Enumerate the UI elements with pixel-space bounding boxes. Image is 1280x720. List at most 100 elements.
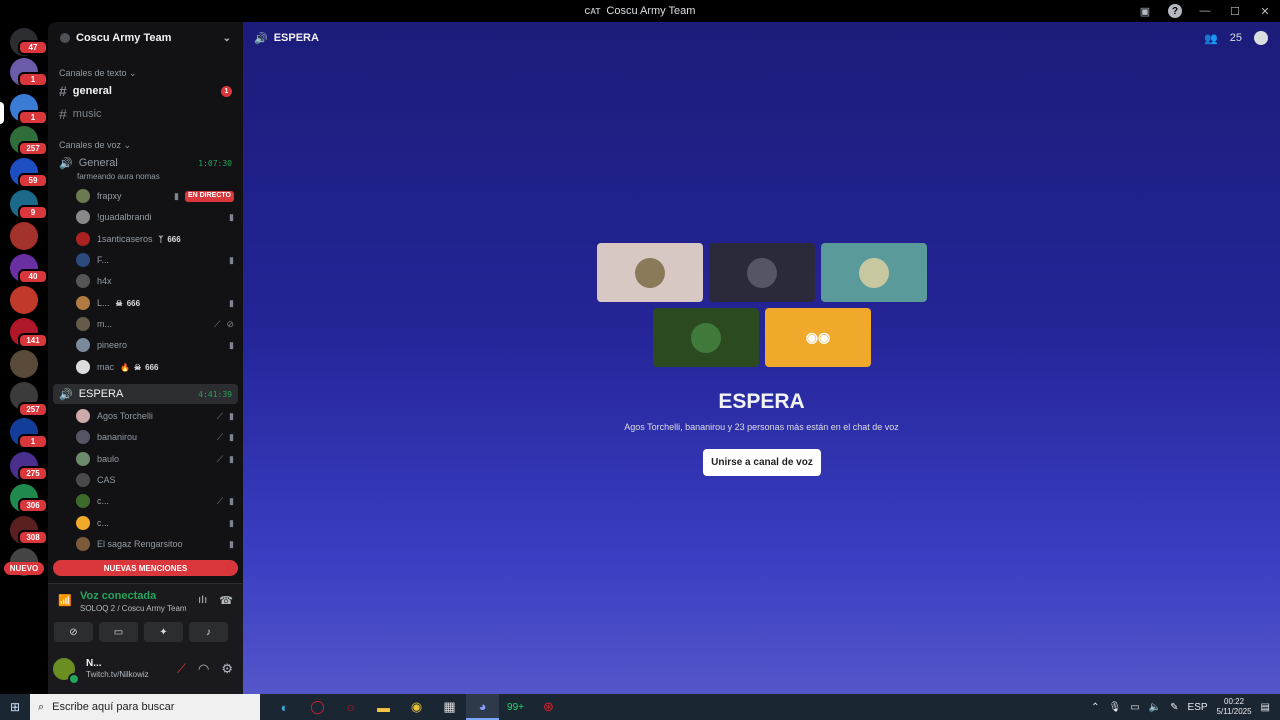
voice-user[interactable]: Agos Torchelli ⟋ ▮ [76, 406, 238, 426]
activities-button[interactable]: ✦ [144, 622, 183, 642]
minimize-button[interactable]: — [1190, 0, 1220, 22]
notifications-icon[interactable]: ▤ [1261, 702, 1270, 713]
voice-user[interactable]: m... ⟋ ⊘ [76, 314, 238, 334]
headphones-icon[interactable]: ◠ [198, 661, 209, 677]
language-indicator[interactable]: ESP [1188, 702, 1208, 713]
member-count: 25 [1229, 32, 1242, 44]
camera-icon: ▮ [229, 254, 234, 265]
noise-suppression-icon[interactable]: ıIı [198, 594, 207, 607]
server-badge: 1 [18, 110, 48, 125]
mic-muted-icon: ⟋ [214, 318, 221, 329]
close-button[interactable]: ✕ [1250, 0, 1280, 22]
signal-icon[interactable]: 📶 [58, 594, 72, 607]
chat-bubble-icon[interactable] [1254, 31, 1268, 45]
soundboard-button[interactable]: ♪ [189, 622, 228, 642]
whatsapp-icon[interactable]: 99+ [499, 694, 532, 720]
server-list: 47 1 1 257 59 9 40 141 257 1 275 306 308… [0, 22, 48, 694]
members-icon[interactable]: 👥 [1204, 32, 1218, 45]
discord-icon[interactable]: ◕ [466, 694, 499, 720]
store-icon[interactable]: ▦ [433, 694, 466, 720]
server-badge: 308 [18, 530, 48, 545]
voice-channel-espera[interactable]: 🔊 ESPERA 4:41:39 [53, 384, 238, 404]
clan-tag: 666 [126, 298, 141, 308]
screen-share-button[interactable]: ▭ [99, 622, 138, 642]
new-servers-badge[interactable]: NUEVO [4, 562, 44, 575]
participant-tile[interactable] [597, 243, 703, 302]
pen-icon[interactable]: ✎ [1170, 702, 1178, 713]
user-name: pineero [97, 340, 128, 350]
avatar [76, 473, 90, 487]
edge-icon[interactable]: ◐ [268, 694, 301, 720]
windows-start-icon[interactable]: ⊞ [0, 694, 30, 720]
disconnect-icon[interactable]: ☎ [219, 594, 233, 607]
avatar [76, 430, 90, 444]
opera-gx-icon[interactable]: ○ [334, 694, 367, 720]
voice-channel-general[interactable]: 🔊 General 1:07:30 [53, 153, 238, 173]
taskbar-search[interactable]: ⌕ Escribe aquí para buscar [30, 694, 260, 720]
channel-label: music [72, 108, 102, 120]
participant-tile[interactable] [653, 308, 759, 367]
voice-user[interactable]: 1santicaseros ᛉ 666 [76, 229, 238, 249]
server-icon[interactable] [10, 350, 38, 378]
voice-user[interactable]: baulo ⟋ ▮ [76, 449, 238, 469]
server-badge: 1 [18, 434, 48, 449]
gear-icon[interactable]: ⚙ [221, 661, 233, 677]
microphone-icon[interactable]: 🎙 [1109, 702, 1122, 713]
voice-connected-channel[interactable]: SOLOQ 2 / Coscu Army Team [80, 604, 187, 613]
camera-icon: ▮ [229, 517, 234, 528]
taskbar: ⊞ ⌕ Escribe aquí para buscar ◐ ◯ ○ ▬ ◉ ▦… [0, 694, 1280, 720]
channel-header: 🔊 ESPERA 👥 25 [243, 22, 1280, 54]
voice-user[interactable]: El sagaz Rengarsitoo ▮ [76, 534, 238, 554]
user-name[interactable]: N... [86, 658, 102, 669]
voice-user[interactable]: bananirou ⟋ ▮ [76, 427, 238, 447]
voice-user[interactable]: mac 🔥 ☠ 666 [76, 357, 238, 377]
voice-user[interactable]: h4x [76, 271, 238, 291]
text-category[interactable]: Canales de texto ⌄ [59, 68, 137, 79]
avatar [76, 338, 90, 352]
network-icon[interactable]: ▭ [1130, 702, 1139, 713]
voice-user[interactable]: F... ▮ [76, 250, 238, 270]
app-icon[interactable]: ⊛ [532, 694, 565, 720]
server-icon[interactable] [10, 286, 38, 314]
join-voice-button[interactable]: Unirse a canal de voz [703, 449, 821, 476]
chrome-icon[interactable]: ◉ [400, 694, 433, 720]
camera-off-button[interactable]: ⊘ [54, 622, 93, 642]
participant-tile[interactable] [709, 243, 815, 302]
user-name: mac [97, 362, 115, 372]
live-badge: EN DIRECTO [184, 190, 234, 202]
inbox-icon[interactable]: ▣ [1130, 0, 1160, 22]
camera-icon: ▮ [229, 431, 234, 442]
channel-music[interactable]: # music [53, 104, 238, 124]
opera-icon[interactable]: ◯ [301, 694, 334, 720]
camera-icon: ▮ [229, 297, 234, 308]
avatar [76, 232, 90, 246]
search-placeholder: Escribe aquí para buscar [52, 701, 175, 713]
file-explorer-icon[interactable]: ▬ [367, 694, 400, 720]
user-name: !guadalbrandi [97, 212, 152, 222]
participant-tile[interactable]: ◉◉ [765, 308, 871, 367]
voice-user[interactable]: L... ☠ 666 ▮ [76, 293, 238, 313]
mic-muted-icon[interactable]: ⟋ [177, 661, 186, 677]
participant-tile[interactable] [821, 243, 927, 302]
avatar [76, 253, 90, 267]
new-mentions-button[interactable]: NUEVAS MENCIONES [53, 560, 238, 576]
user-name: L... [97, 298, 110, 308]
voice-user[interactable]: pineero ▮ [76, 335, 238, 355]
voice-user[interactable]: !guadalbrandi ▮ [76, 207, 238, 227]
channel-general[interactable]: # general 1 [53, 81, 238, 101]
chevron-up-icon[interactable]: ⌃ [1091, 702, 1099, 713]
voice-connected-label[interactable]: Voz conectada [80, 590, 156, 602]
help-icon[interactable]: ? [1160, 0, 1190, 22]
guild-header[interactable]: Coscu Army Team ⌄ [48, 22, 243, 54]
voice-category[interactable]: Canales de voz ⌄ [59, 140, 131, 151]
user-name: F... [97, 255, 110, 265]
clock[interactable]: 00:22 5/11/2025 [1217, 697, 1252, 717]
voice-user[interactable]: c... ⟋ ▮ [76, 491, 238, 511]
voice-user[interactable]: CAS [76, 470, 238, 490]
maximize-button[interactable]: ☐ [1220, 0, 1250, 22]
voice-user[interactable]: frapxy ▮ EN DIRECTO [76, 186, 238, 206]
voice-user[interactable]: c... ▮ [76, 513, 238, 533]
volume-icon[interactable]: 🔈 [1149, 702, 1161, 713]
voice-channel-summary: Agos Torchelli, bananirou y 23 personas … [624, 422, 899, 432]
server-icon[interactable] [10, 222, 38, 250]
